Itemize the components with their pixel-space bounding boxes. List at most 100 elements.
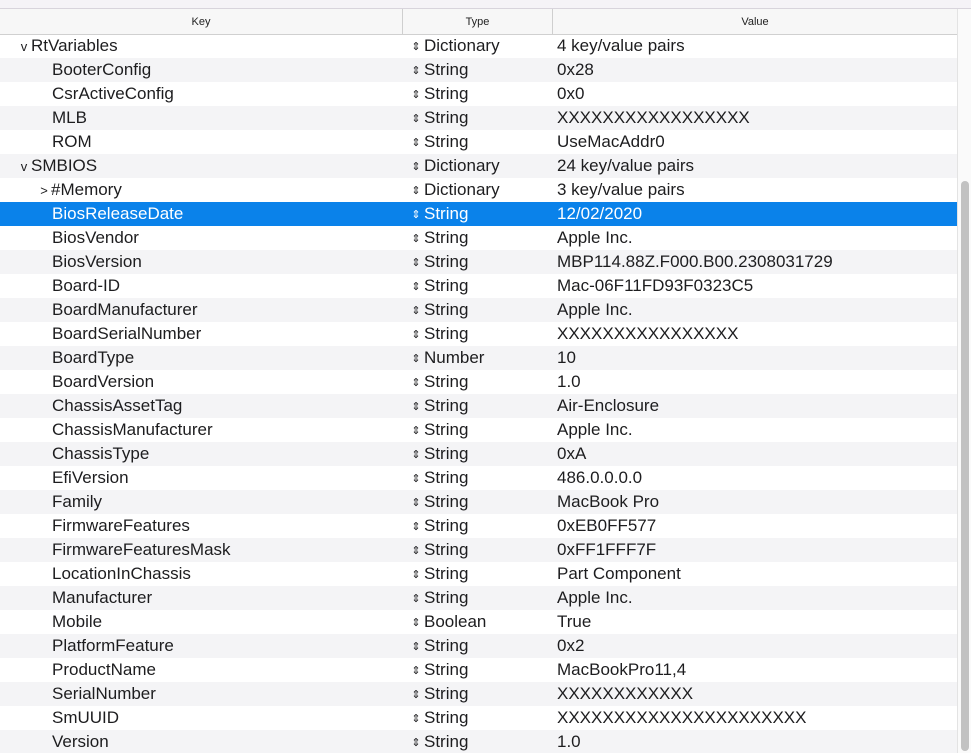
- type-popup[interactable]: ⇕ String: [403, 58, 553, 82]
- value-cell[interactable]: 0xFF1FFF7F: [553, 538, 957, 562]
- value-cell[interactable]: 0xEB0FF577: [553, 514, 957, 538]
- table-row[interactable]: BoardSerialNumber ⇕ String XXXXXXXXXXXXXXXX: [0, 322, 957, 346]
- type-popup[interactable]: ⇕ Dictionary: [403, 154, 553, 178]
- table-row[interactable]: MLB ⇕ String XXXXXXXXXXXXXXXXX: [0, 106, 957, 130]
- table-row[interactable]: BoardVersion ⇕ String 1.0: [0, 370, 957, 394]
- type-popup[interactable]: ⇕ String: [403, 370, 553, 394]
- type-label: String: [424, 564, 469, 583]
- table-row[interactable]: EfiVersion ⇕ String 486.0.0.0.0: [0, 466, 957, 490]
- value-cell[interactable]: 486.0.0.0.0: [553, 466, 957, 490]
- value-cell[interactable]: Apple Inc.: [553, 226, 957, 250]
- type-popup[interactable]: ⇕ String: [403, 274, 553, 298]
- value-cell[interactable]: Apple Inc.: [553, 586, 957, 610]
- chevron-down-icon[interactable]: v: [18, 159, 30, 174]
- table-row-selected[interactable]: BiosReleaseDate ⇕ String 12/02/2020: [0, 202, 957, 226]
- value-cell[interactable]: 1.0: [553, 730, 957, 753]
- type-popup[interactable]: ⇕ String: [403, 418, 553, 442]
- value-cell[interactable]: Part Component: [553, 562, 957, 586]
- value-cell[interactable]: 12/02/2020: [553, 202, 957, 226]
- value-cell[interactable]: XXXXXXXXXXXXXXXXX: [553, 106, 957, 130]
- type-popup[interactable]: ⇕ String: [403, 586, 553, 610]
- type-popup[interactable]: ⇕ String: [403, 634, 553, 658]
- table-row[interactable]: ChassisManufacturer ⇕ String Apple Inc.: [0, 418, 957, 442]
- value-cell[interactable]: 0xA: [553, 442, 957, 466]
- value-cell[interactable]: XXXXXXXXXXXXXXXXXXXXXX: [553, 706, 957, 730]
- type-popup[interactable]: ⇕ String: [403, 298, 553, 322]
- table-row[interactable]: BiosVersion ⇕ String MBP114.88Z.F000.B00.23…: [0, 250, 957, 274]
- value-cell[interactable]: UseMacAddr0: [553, 130, 957, 154]
- type-popup[interactable]: ⇕ String: [403, 250, 553, 274]
- column-header-type[interactable]: Type: [403, 9, 553, 34]
- table-row[interactable]: v SMBIOS ⇕ Dictionary 24 key/value pairs: [0, 154, 957, 178]
- type-popup[interactable]: ⇕ String: [403, 706, 553, 730]
- column-header-value[interactable]: Value: [553, 9, 957, 34]
- key-cell: ChassisManufacturer: [0, 418, 403, 442]
- type-popup[interactable]: ⇕ String: [403, 442, 553, 466]
- type-popup[interactable]: ⇕ String: [403, 226, 553, 250]
- value-cell[interactable]: Mac-06F11FD93F0323C5: [553, 274, 957, 298]
- table-row[interactable]: FirmwareFeatures ⇕ String 0xEB0FF577: [0, 514, 957, 538]
- table-row[interactable]: BiosVendor ⇕ String Apple Inc.: [0, 226, 957, 250]
- value-cell[interactable]: 0x28: [553, 58, 957, 82]
- table-row[interactable]: Manufacturer ⇕ String Apple Inc.: [0, 586, 957, 610]
- value-cell[interactable]: 24 key/value pairs: [553, 154, 957, 178]
- value-cell[interactable]: 4 key/value pairs: [553, 34, 957, 58]
- value-cell[interactable]: XXXXXXXXXXXX: [553, 682, 957, 706]
- table-row[interactable]: Board-ID ⇕ String Mac-06F11FD93F0323C5: [0, 274, 957, 298]
- table-row[interactable]: PlatformFeature ⇕ String 0x2: [0, 634, 957, 658]
- value-cell[interactable]: 10: [553, 346, 957, 370]
- table-row[interactable]: SerialNumber ⇕ String XXXXXXXXXXXX: [0, 682, 957, 706]
- value-cell[interactable]: 3 key/value pairs: [553, 178, 957, 202]
- table-row[interactable]: v RtVariables ⇕ Dictionary 4 key/value pairs: [0, 34, 957, 58]
- type-popup[interactable]: ⇕ String: [403, 106, 553, 130]
- type-popup[interactable]: ⇕ String: [403, 202, 553, 226]
- table-row[interactable]: > #Memory ⇕ Dictionary 3 key/value pairs: [0, 178, 957, 202]
- table-row[interactable]: FirmwareFeaturesMask ⇕ String 0xFF1FFF7F: [0, 538, 957, 562]
- value-cell[interactable]: 0x2: [553, 634, 957, 658]
- type-popup[interactable]: ⇕ String: [403, 394, 553, 418]
- value-cell[interactable]: Air-Enclosure: [553, 394, 957, 418]
- value-cell[interactable]: MacBookPro11,4: [553, 658, 957, 682]
- type-popup[interactable]: ⇕ Boolean: [403, 610, 553, 634]
- type-popup[interactable]: ⇕ String: [403, 490, 553, 514]
- value-cell[interactable]: True: [553, 610, 957, 634]
- table-row[interactable]: Family ⇕ String MacBook Pro: [0, 490, 957, 514]
- chevron-right-icon[interactable]: >: [38, 183, 50, 198]
- table-row[interactable]: ChassisAssetTag ⇕ String Air-Enclosure: [0, 394, 957, 418]
- column-header-key[interactable]: Key: [0, 9, 403, 34]
- type-popup[interactable]: ⇕ String: [403, 538, 553, 562]
- type-popup[interactable]: ⇕ String: [403, 322, 553, 346]
- value-cell[interactable]: 1.0: [553, 370, 957, 394]
- table-row[interactable]: BooterConfig ⇕ String 0x28: [0, 58, 957, 82]
- value-cell[interactable]: MBP114.88Z.F000.B00.2308031729: [553, 250, 957, 274]
- type-popup[interactable]: ⇕ String: [403, 682, 553, 706]
- table-row[interactable]: ChassisType ⇕ String 0xA: [0, 442, 957, 466]
- table-row[interactable]: BoardManufacturer ⇕ String Apple Inc.: [0, 298, 957, 322]
- chevron-down-icon[interactable]: v: [18, 39, 30, 54]
- type-popup[interactable]: ⇕ String: [403, 658, 553, 682]
- type-popup[interactable]: ⇕ String: [403, 514, 553, 538]
- type-popup[interactable]: ⇕ Number: [403, 346, 553, 370]
- type-popup[interactable]: ⇕ String: [403, 466, 553, 490]
- table-row[interactable]: LocationInChassis ⇕ String Part Component: [0, 562, 957, 586]
- table-row[interactable]: ProductName ⇕ String MacBookPro11,4: [0, 658, 957, 682]
- type-popup[interactable]: ⇕ Dictionary: [403, 34, 553, 58]
- type-popup[interactable]: ⇕ String: [403, 130, 553, 154]
- type-popup[interactable]: ⇕ String: [403, 82, 553, 106]
- value-cell[interactable]: 0x0: [553, 82, 957, 106]
- type-popup[interactable]: ⇕ String: [403, 730, 553, 753]
- table-row[interactable]: SmUUID ⇕ String XXXXXXXXXXXXXXXXXXXXXX: [0, 706, 957, 730]
- type-popup[interactable]: ⇕ String: [403, 562, 553, 586]
- table-row[interactable]: CsrActiveConfig ⇕ String 0x0: [0, 82, 957, 106]
- type-popup[interactable]: ⇕ Dictionary: [403, 178, 553, 202]
- value-cell[interactable]: MacBook Pro: [553, 490, 957, 514]
- table-row[interactable]: BoardType ⇕ Number 10: [0, 346, 957, 370]
- scrollbar-thumb[interactable]: [961, 181, 969, 751]
- vertical-scrollbar[interactable]: [957, 9, 971, 753]
- table-row[interactable]: ROM ⇕ String UseMacAddr0: [0, 130, 957, 154]
- value-cell[interactable]: Apple Inc.: [553, 298, 957, 322]
- value-cell[interactable]: XXXXXXXXXXXXXXXX: [553, 322, 957, 346]
- table-row[interactable]: Version ⇕ String 1.0: [0, 730, 957, 753]
- table-row[interactable]: Mobile ⇕ Boolean True: [0, 610, 957, 634]
- value-cell[interactable]: Apple Inc.: [553, 418, 957, 442]
